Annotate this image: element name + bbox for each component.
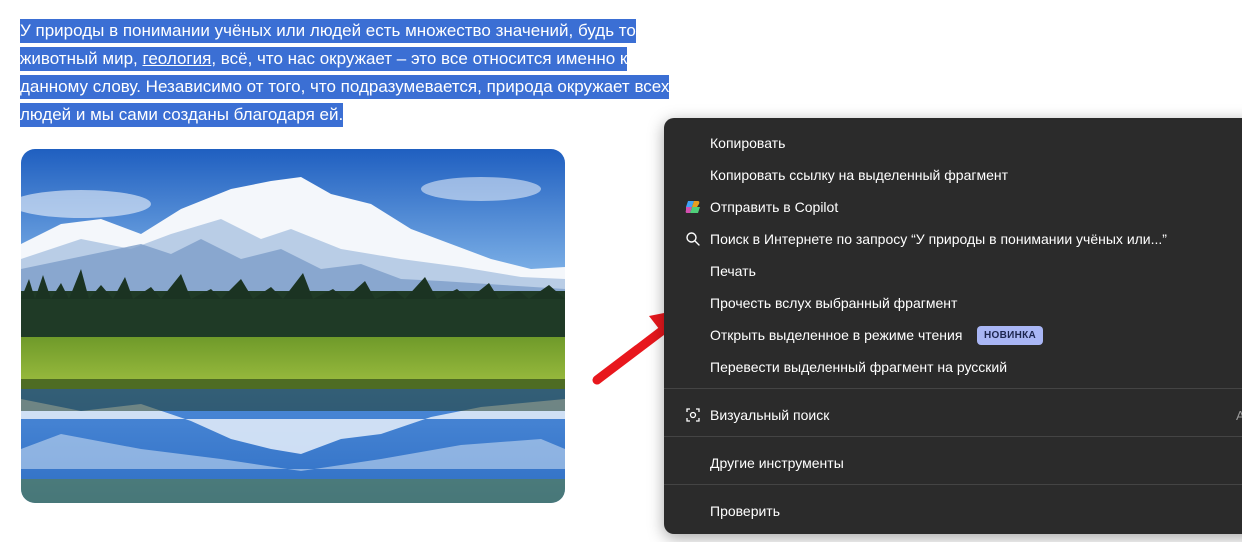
menu-item-visual-search[interactable]: Визуальный поиск A (664, 399, 1242, 431)
new-badge: НОВИНКА (977, 326, 1044, 345)
shortcut-hint: A (1236, 407, 1242, 423)
article-paragraph[interactable]: У природы в понимании учёных или людей е… (20, 17, 700, 129)
landscape-photo[interactable] (21, 149, 565, 503)
menu-item-more-tools[interactable]: Другие инструменты (664, 447, 1242, 479)
menu-item-print[interactable]: Печать (664, 255, 1242, 287)
article-line: людей и мы сами созданы благодаря ей. (20, 101, 700, 129)
menu-item-inspect[interactable]: Проверить (664, 495, 1242, 527)
menu-divider (664, 436, 1242, 437)
copilot-icon (684, 198, 702, 216)
search-icon (684, 230, 702, 248)
menu-item-send-copilot[interactable]: Отправить в Copilot (664, 191, 1242, 223)
menu-item-copy-link[interactable]: Копировать ссылку на выделенный фрагмент (664, 159, 1242, 191)
menu-divider (664, 484, 1242, 485)
geology-link[interactable]: геология (143, 49, 212, 68)
menu-item-translate[interactable]: Перевести выделенный фрагмент на русский (664, 351, 1242, 383)
context-menu: Копировать Копировать ссылку на выделенн… (664, 118, 1242, 534)
menu-item-reading-mode[interactable]: Открыть выделенное в режиме чтения НОВИН… (664, 319, 1242, 351)
article-line: данному слову. Независимо от того, что п… (20, 73, 700, 101)
article-line: животный мир, геология, всё, что нас окр… (20, 45, 700, 73)
article-line: У природы в понимании учёных или людей е… (20, 17, 700, 45)
menu-item-read-aloud[interactable]: Прочесть вслух выбранный фрагмент (664, 287, 1242, 319)
menu-divider (664, 388, 1242, 389)
browser-page: У природы в понимании учёных или людей е… (0, 0, 1242, 542)
visual-search-icon (684, 406, 702, 424)
menu-item-copy[interactable]: Копировать (664, 127, 1242, 159)
menu-item-web-search[interactable]: Поиск в Интернете по запросу “У природы … (664, 223, 1242, 255)
